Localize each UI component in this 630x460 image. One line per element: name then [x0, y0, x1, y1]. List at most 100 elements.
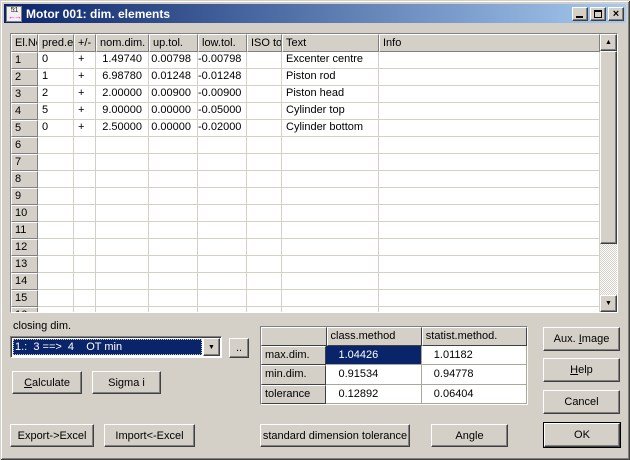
cell-iso-tol[interactable]	[247, 188, 282, 205]
cell-low-tol[interactable]: -0.02000	[198, 120, 247, 137]
cell-low-tol[interactable]	[198, 171, 247, 188]
cell-pred-el[interactable]	[38, 154, 74, 171]
cell-up-tol[interactable]	[149, 307, 198, 312]
cell-iso-tol[interactable]	[247, 273, 282, 290]
cell-nom-dim[interactable]	[96, 273, 149, 290]
cell-nom-dim[interactable]: 2.00000	[96, 86, 149, 103]
cell-pred-el[interactable]	[38, 290, 74, 307]
ok-button[interactable]: OK	[544, 423, 620, 447]
col-header-low-tol[interactable]: low.tol.	[198, 34, 247, 52]
cell-text[interactable]	[282, 273, 379, 290]
cell-pred-el[interactable]: 0	[38, 120, 74, 137]
cell-up-tol[interactable]	[149, 222, 198, 239]
cell-nom-dim[interactable]	[96, 154, 149, 171]
cell-low-tol[interactable]	[198, 307, 247, 312]
cell-iso-tol[interactable]	[247, 205, 282, 222]
cell-info[interactable]	[379, 103, 600, 120]
cell-info[interactable]	[379, 256, 600, 273]
cell-info[interactable]	[379, 137, 600, 154]
cell-plus-minus[interactable]: +	[74, 103, 96, 120]
results-value-cell[interactable]: 1.04426	[326, 346, 421, 366]
cell-nom-dim[interactable]: 2.50000	[96, 120, 149, 137]
cell-plus-minus[interactable]	[74, 137, 96, 154]
row-header-button[interactable]: 14	[11, 273, 38, 290]
closing-dim-selected-value[interactable]: 1.: 3 ==> 4 OT min	[13, 339, 202, 355]
row-header-button[interactable]: 13	[11, 256, 38, 273]
cell-up-tol[interactable]	[149, 188, 198, 205]
cell-text[interactable]: Piston rod	[282, 69, 379, 86]
row-header-button[interactable]: 5	[11, 120, 38, 137]
cell-up-tol[interactable]	[149, 256, 198, 273]
standard-dimension-tolerance-button[interactable]: standard dimension tolerance	[260, 424, 410, 447]
closing-dim-combobox[interactable]: 1.: 3 ==> 4 OT min ▼	[10, 336, 222, 358]
cell-iso-tol[interactable]	[247, 137, 282, 154]
cell-info[interactable]	[379, 171, 600, 188]
cell-plus-minus[interactable]	[74, 307, 96, 312]
row-header-button[interactable]: 9	[11, 188, 38, 205]
cell-plus-minus[interactable]	[74, 290, 96, 307]
close-button[interactable]: ×	[608, 7, 624, 21]
cell-pred-el[interactable]	[38, 188, 74, 205]
cell-iso-tol[interactable]	[247, 290, 282, 307]
col-header-text[interactable]: Text	[282, 34, 379, 52]
scrollbar-thumb[interactable]	[600, 51, 617, 244]
row-header-button[interactable]: 3	[11, 86, 38, 103]
cell-text[interactable]	[282, 137, 379, 154]
cell-iso-tol[interactable]	[247, 86, 282, 103]
cell-low-tol[interactable]	[198, 273, 247, 290]
col-header-el-no[interactable]: El.No	[11, 34, 38, 52]
cell-nom-dim[interactable]	[96, 290, 149, 307]
cell-iso-tol[interactable]	[247, 69, 282, 86]
cell-pred-el[interactable]	[38, 239, 74, 256]
cell-up-tol[interactable]: 0.00798	[149, 52, 198, 69]
cell-low-tol[interactable]	[198, 239, 247, 256]
row-header-button[interactable]: 6	[11, 137, 38, 154]
scroll-down-button[interactable]: ▼	[600, 295, 617, 312]
cell-info[interactable]	[379, 120, 600, 137]
cell-text[interactable]: Excenter centre	[282, 52, 379, 69]
export-excel-button[interactable]: Export->Excel	[10, 424, 94, 447]
cell-low-tol[interactable]	[198, 154, 247, 171]
cell-text[interactable]	[282, 290, 379, 307]
cell-nom-dim[interactable]	[96, 205, 149, 222]
row-header-button[interactable]: 8	[11, 171, 38, 188]
cell-info[interactable]	[379, 188, 600, 205]
table-vertical-scrollbar[interactable]: ▲ ▼	[600, 34, 617, 312]
cell-pred-el[interactable]	[38, 205, 74, 222]
cell-info[interactable]	[379, 290, 600, 307]
browse-closing-dim-button[interactable]: ..	[229, 338, 249, 358]
row-header-button[interactable]: 2	[11, 69, 38, 86]
scroll-up-button[interactable]: ▲	[600, 34, 617, 51]
cell-iso-tol[interactable]	[247, 239, 282, 256]
col-header-pred-el[interactable]: pred.el.	[38, 34, 74, 52]
cell-iso-tol[interactable]	[247, 222, 282, 239]
cell-plus-minus[interactable]	[74, 273, 96, 290]
cell-info[interactable]	[379, 222, 600, 239]
minimize-button[interactable]	[572, 7, 588, 21]
row-header-button[interactable]: 15	[11, 290, 38, 307]
cell-plus-minus[interactable]	[74, 222, 96, 239]
cell-text[interactable]	[282, 239, 379, 256]
cell-plus-minus[interactable]	[74, 171, 96, 188]
cell-text[interactable]	[282, 171, 379, 188]
cell-up-tol[interactable]: 0.00000	[149, 103, 198, 120]
cell-iso-tol[interactable]	[247, 307, 282, 312]
angle-button[interactable]: Angle	[431, 424, 508, 447]
cell-pred-el[interactable]: 1	[38, 69, 74, 86]
cell-nom-dim[interactable]	[96, 307, 149, 312]
cell-nom-dim[interactable]	[96, 256, 149, 273]
row-header-button[interactable]: 11	[11, 222, 38, 239]
cell-up-tol[interactable]	[149, 239, 198, 256]
cell-low-tol[interactable]	[198, 188, 247, 205]
cell-nom-dim[interactable]	[96, 188, 149, 205]
results-value-cell[interactable]: 0.94778	[422, 365, 527, 385]
cell-low-tol[interactable]: -0.00798	[198, 52, 247, 69]
results-value-cell[interactable]: 1.01182	[422, 346, 527, 366]
cell-iso-tol[interactable]	[247, 154, 282, 171]
cell-nom-dim[interactable]: 1.49740	[96, 52, 149, 69]
cell-low-tol[interactable]: -0.05000	[198, 103, 247, 120]
cell-pred-el[interactable]	[38, 256, 74, 273]
cell-pred-el[interactable]	[38, 307, 74, 312]
cell-nom-dim[interactable]	[96, 239, 149, 256]
cell-low-tol[interactable]: -0.01248	[198, 69, 247, 86]
